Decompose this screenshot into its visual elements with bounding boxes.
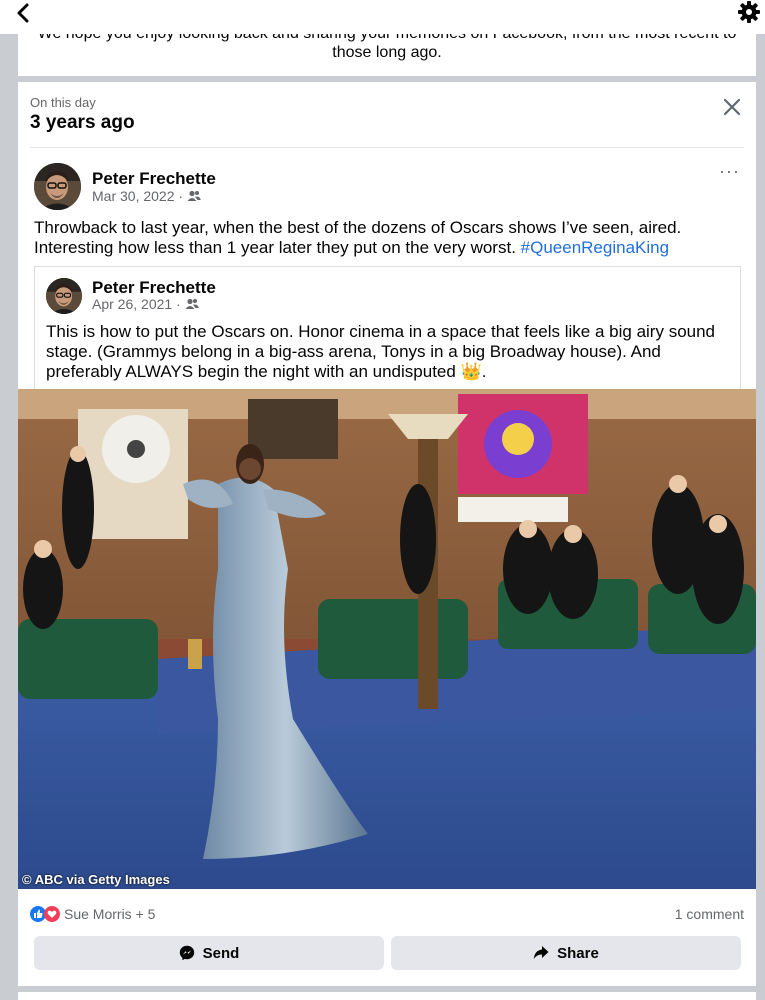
shared-post[interactable]: Peter Frechette Apr 26, 2021 · This is h… xyxy=(34,266,741,406)
years-ago-heading: 3 years ago xyxy=(30,112,135,133)
send-label: Send xyxy=(202,944,240,962)
friends-icon xyxy=(185,298,199,309)
divider xyxy=(30,147,744,148)
reaction-names[interactable]: Sue Morris + 5 xyxy=(64,906,155,922)
post-meta: Mar 30, 2022 · xyxy=(92,188,201,204)
top-bar xyxy=(0,0,765,34)
close-icon xyxy=(723,98,741,116)
intro-text-line-2: those long ago. xyxy=(332,44,442,61)
shared-post-text: This is how to put the Oscars on. Honor … xyxy=(46,322,736,382)
messenger-icon xyxy=(179,945,194,961)
love-reaction-icon xyxy=(44,906,60,922)
chevron-left-icon xyxy=(17,3,29,23)
shared-date[interactable]: Apr 26, 2021 · xyxy=(92,296,181,312)
shared-avatar[interactable] xyxy=(46,278,82,314)
hashtag-link[interactable]: #QueenReginaKing xyxy=(521,238,669,257)
post-author-name[interactable]: Peter Frechette xyxy=(92,169,216,189)
settings-button[interactable] xyxy=(737,0,763,24)
reactions-summary[interactable]: Sue Morris + 5 xyxy=(30,906,155,922)
shared-body: This is how to put the Oscars on. Honor … xyxy=(46,322,716,381)
crown-emoji: 👑 xyxy=(460,362,482,381)
memory-card: On this day 3 years ago Peter Frechette … xyxy=(18,82,756,986)
share-label: Share xyxy=(557,944,599,962)
friends-icon xyxy=(187,190,201,201)
share-arrow-icon xyxy=(533,946,549,959)
photo-image xyxy=(18,389,756,889)
shared-meta: Apr 26, 2021 · xyxy=(92,296,199,312)
shared-body-end: . xyxy=(481,362,487,381)
on-this-day-label: On this day xyxy=(30,95,96,110)
post-menu-button[interactable]: ··· xyxy=(719,162,740,180)
share-button[interactable]: Share xyxy=(391,936,741,970)
shared-author-name[interactable]: Peter Frechette xyxy=(92,278,216,298)
post-photo[interactable]: © ABC via Getty Images xyxy=(18,389,756,889)
send-button[interactable]: Send xyxy=(34,936,384,970)
post-date[interactable]: Mar 30, 2022 · xyxy=(92,188,183,204)
gear-icon xyxy=(738,1,760,23)
post-text: Throwback to last year, when the best of… xyxy=(34,218,734,258)
close-button[interactable] xyxy=(722,97,742,117)
photo-credit: © ABC via Getty Images xyxy=(22,872,170,887)
back-button[interactable] xyxy=(10,1,36,25)
avatar[interactable] xyxy=(34,163,81,210)
comments-count[interactable]: 1 comment xyxy=(675,906,744,922)
next-card xyxy=(18,992,756,1000)
